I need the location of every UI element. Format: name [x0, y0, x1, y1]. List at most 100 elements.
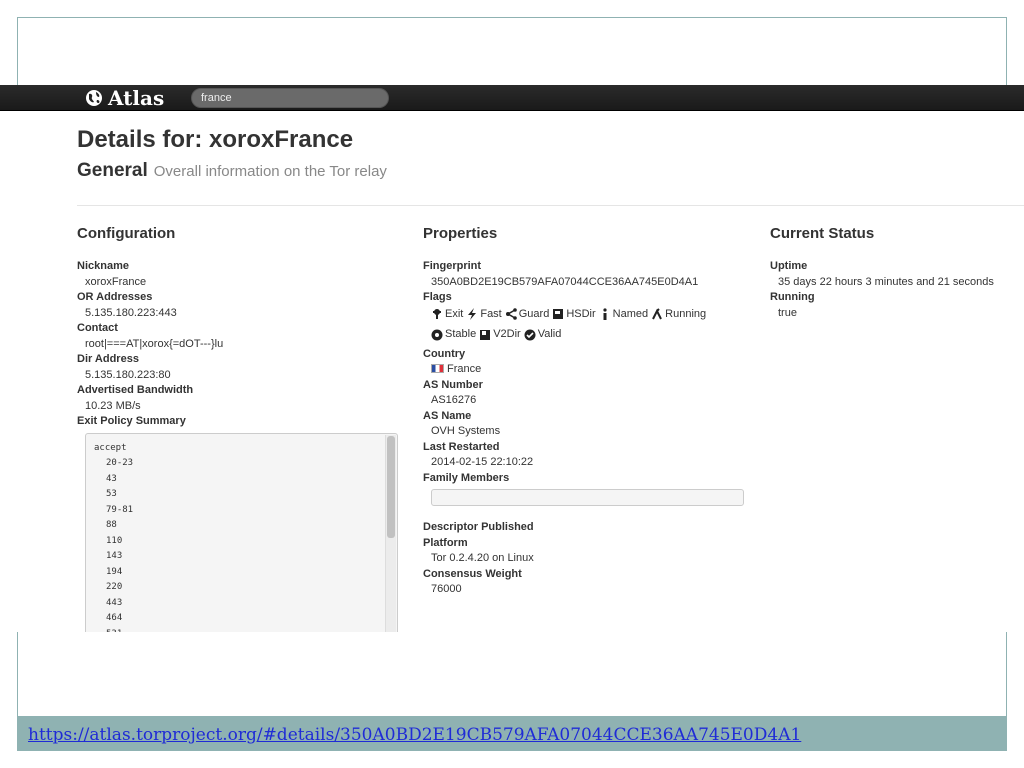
flag-label: Running [665, 307, 707, 320]
divider [77, 205, 1024, 206]
properties-heading: Properties [423, 225, 498, 242]
section-subtitle: Overall information on the Tor relay [153, 163, 387, 180]
exit-policy-label: Exit Policy Summary [77, 415, 186, 427]
nickname-value: xoroxFrance [85, 275, 147, 288]
bandwidth-value: 10.23 MB/s [85, 399, 141, 412]
bandwidth-label: Advertised Bandwidth [77, 384, 194, 396]
fingerprint-value: 350A0BD2E19CB579AFA07044CCE36AA745E0D4A1 [431, 275, 699, 288]
exit-policy-port: 143 [106, 551, 123, 561]
scrollbar-thumb[interactable] [387, 435, 395, 538]
france-flag-icon [431, 364, 444, 373]
exit-policy-port: 110 [106, 535, 123, 546]
exit-policy-port: 220 [106, 582, 123, 592]
fast-icon [468, 308, 477, 320]
exit-policy-port: 43 [106, 473, 117, 484]
section-title: General [77, 160, 148, 181]
running-icon [652, 308, 663, 320]
exit-policy-port: 79-81 [106, 504, 134, 515]
platform-value: Tor 0.2.4.20 on Linux [431, 552, 534, 564]
country-label: Country [423, 347, 466, 360]
flag-label: Guard [518, 307, 550, 320]
flag-label: HSDir [566, 307, 596, 320]
exit-policy-port: 20-23 [106, 458, 134, 468]
exit-policy-ports: 20-23 43 53 79-81 88 110 143 194 220 443 464 531 [94, 456, 397, 632]
hsdir-icon [553, 309, 564, 319]
contact-value: root|===AT|xorox{=dOT---}lu [85, 337, 224, 350]
fingerprint-label: Fingerprint [423, 260, 482, 272]
exit-policy-port: 531 [94, 627, 397, 633]
exit-policy-port: 88 [106, 520, 117, 530]
properties-column: Properties Fingerprint 350A0BD2E19CB579A… [423, 225, 753, 598]
consensus-weight-value: 76000 [431, 583, 462, 595]
flag-label: Named [612, 307, 649, 320]
named-icon [603, 308, 607, 320]
flag-exit: Exit [431, 306, 463, 323]
running-value: true [778, 306, 797, 319]
brand-name: Atlas [108, 86, 165, 110]
flag-guard: Guard [505, 306, 550, 323]
brand[interactable]: Atlas [85, 86, 164, 110]
flag-running: Running [651, 306, 706, 323]
flag-fast: Fast [466, 306, 502, 323]
family-members-label: Family Members [423, 471, 510, 484]
or-addresses-label: OR Addresses [77, 291, 153, 303]
as-number-label: AS Number [423, 378, 483, 391]
search-input[interactable] [191, 88, 389, 108]
uptime-label: Uptime [770, 260, 808, 272]
exit-policy-action: accept [94, 442, 127, 453]
flag-label: V2Dir [493, 328, 521, 340]
exit-icon [433, 309, 441, 319]
uptime-value: 35 days 22 hours 3 minutes and 21 second… [778, 275, 994, 288]
as-name-label: AS Name [423, 409, 472, 422]
consensus-weight-label: Consensus Weight [423, 567, 522, 580]
flag-stable: Stable [431, 326, 476, 343]
status-heading: Current Status [770, 225, 875, 242]
v2dir-icon [480, 329, 491, 340]
page-title: Details for: xoroxFrance [77, 126, 354, 153]
nickname-label: Nickname [77, 260, 129, 272]
flag-label: Stable [445, 328, 477, 340]
exit-policy-port: 443 [106, 597, 123, 608]
stable-icon [431, 329, 443, 340]
flag-hsdir: HSDir [552, 306, 596, 323]
flag-valid: Valid [524, 326, 562, 343]
exit-policy-box[interactable]: accept 20-23 43 53 79-81 88 110 143 194 220 443 46… [85, 432, 398, 633]
flags-list: Exit Fast Guard HSDir Named Running Stable V2Di… [423, 306, 753, 347]
as-name-value: OVH Systems [431, 425, 501, 437]
last-restarted-label: Last Restarted [423, 440, 500, 453]
family-members-box [431, 489, 744, 506]
last-restarted-value: 2014-02-15 22:10:22 [431, 456, 534, 468]
flag-label: Exit [445, 307, 464, 320]
exit-policy-port: 464 [106, 613, 123, 623]
descriptor-published-label: Descriptor Published [423, 521, 534, 533]
running-label: Running [770, 291, 815, 303]
globe-icon [86, 90, 102, 106]
country-value: France [423, 362, 753, 378]
flag-label: Valid [537, 328, 562, 340]
configuration-column: Configuration Nickname xoroxFrance OR Ad… [77, 225, 407, 632]
atlas-screenshot: Atlas Details for: xoroxFrance General O… [0, 85, 1024, 632]
exit-policy-port: 194 [106, 566, 123, 577]
exit-policy-text: accept 20-23 43 53 79-81 88 110 143 194 220 443 46… [86, 434, 397, 633]
dir-address-label: Dir Address [77, 353, 139, 365]
flag-v2dir: V2Dir [479, 326, 521, 343]
country-name: France [447, 363, 482, 375]
as-number-value: AS16276 [431, 394, 477, 406]
flag-label: Fast [480, 307, 502, 320]
section-heading: General Overall information on the Tor r… [77, 160, 387, 182]
valid-icon [524, 329, 536, 340]
configuration-heading: Configuration [77, 225, 176, 242]
exit-policy-port: 53 [106, 489, 117, 499]
platform-label: Platform [423, 536, 468, 549]
status-column: Current Status Uptime 35 days 22 hours 3… [770, 225, 1024, 321]
flags-label: Flags [423, 291, 452, 303]
dir-address-value: 5.135.180.223:80 [85, 368, 171, 381]
flag-named: Named [599, 306, 648, 323]
details-url-link[interactable]: https://atlas.torproject.org/#details/35… [28, 725, 801, 745]
contact-label: Contact [77, 322, 118, 334]
navbar: Atlas [0, 85, 1024, 111]
guard-icon [505, 308, 517, 320]
or-addresses-value: 5.135.180.223:443 [85, 306, 177, 319]
url-bar: https://atlas.torproject.org/#details/35… [17, 716, 1007, 751]
exit-policy-scrollbar[interactable] [385, 434, 396, 632]
